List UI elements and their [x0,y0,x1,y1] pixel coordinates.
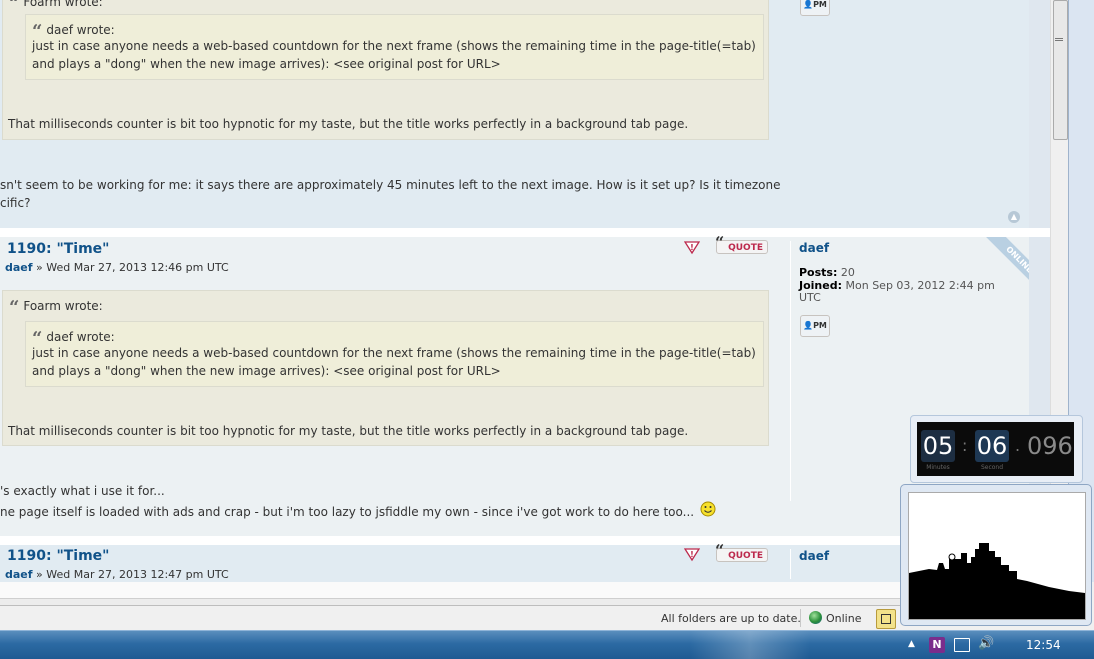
post-meta: daef » Wed Mar 27, 2013 12:46 pm UTC [5,261,229,274]
report-icon[interactable]: ! [684,546,700,562]
quote-icon: “ [715,233,725,252]
post-author[interactable]: daef [5,568,33,581]
comic-silhouette-image [909,493,1085,619]
inner-quote: “daef wrote: just in case anyone needs a… [25,321,764,387]
seconds-label: Second [980,464,1004,471]
post-author[interactable]: daef [5,261,33,274]
countdown-gadget: 05 : 06 . 096 Minutes Second [910,415,1083,483]
reading-view-button[interactable] [876,609,896,629]
post-title[interactable]: 1190: "Time" [7,548,109,564]
quote-button[interactable]: “QUOTE [715,235,768,254]
countdown-seconds: 06 [975,430,1009,462]
inner-quote-text: just in case anyone needs a web-based co… [32,346,756,378]
taskbar-clock[interactable]: 12:54 [1026,638,1061,652]
post-date: » Wed Mar 27, 2013 12:46 pm UTC [36,261,229,274]
post-date: » Wed Mar 27, 2013 12:47 pm UTC [36,568,229,581]
post-3: 1190: "Time" daef » Wed Mar 27, 2013 12:… [0,543,1029,582]
taskbar: ▲ N 🔊 12:54 [0,630,1094,659]
onenote-icon[interactable]: N [929,637,945,653]
minutes-label: Minutes [926,464,950,471]
post-body-line: sn't seem to be working for me: it says … [0,178,781,192]
grip-icon [1055,38,1063,41]
comic-image [908,492,1086,620]
quote-mark-icon: “ [9,297,20,318]
volume-icon[interactable]: 🔊 [978,636,994,651]
pm-button[interactable]: 👤PM [800,315,830,337]
sync-status-text: All folders are up to date. [661,612,801,625]
post-1: “Foarm wrote: “daef wrote: just in case … [0,0,1029,228]
outer-quote-text: That milliseconds counter is bit too hyp… [8,424,689,438]
post-separator [0,228,1050,237]
globe-icon [809,611,822,624]
pm-icon: 👤 [803,0,814,9]
online-badge: ONLINE [971,237,1029,295]
post-title[interactable]: 1190: "Time" [7,241,109,257]
pm-button[interactable]: 👤PM [800,0,830,16]
back-to-top-icon[interactable]: ▲ [1008,211,1020,223]
svg-text:!: ! [690,550,694,559]
outer-quote: “Foarm wrote: “daef wrote: just in case … [2,290,769,446]
comic-thumbnail-preview[interactable] [900,484,1092,626]
scrollbar-thumb[interactable] [1053,0,1068,140]
connection-status: Online [826,612,862,625]
show-hidden-icons-icon[interactable]: ▲ [908,639,915,649]
post-body-line: ne page itself is loaded with ads and cr… [0,501,716,521]
post-body-line: cific? [0,196,31,210]
pm-icon: 👤 [803,321,814,330]
post-body-line: 's exactly what i use it for... [0,484,165,498]
quote-mark-icon: “ [9,0,20,14]
outer-quote-text: That milliseconds counter is bit too hyp… [8,117,689,131]
outer-quote-cite: “Foarm wrote: [9,297,103,318]
network-icon[interactable] [954,638,970,652]
quote-button[interactable]: “QUOTE [715,543,768,562]
inner-quote: “daef wrote: just in case anyone needs a… [25,14,764,80]
post-separator [0,536,1050,545]
quote-icon: “ [715,541,725,560]
outer-quote-cite: “Foarm wrote: [9,0,103,14]
post-2: 1190: "Time" daef » Wed Mar 27, 2013 12:… [0,235,1029,536]
smiley-icon [700,501,716,517]
countdown-minutes: 05 [921,430,955,462]
inner-quote-text: just in case anyone needs a web-based co… [32,39,756,71]
svg-text:!: ! [690,243,694,252]
outer-quote: “Foarm wrote: “daef wrote: just in case … [2,0,769,140]
report-icon[interactable]: ! [684,239,700,255]
forum-thread: “Foarm wrote: “daef wrote: just in case … [0,0,1050,582]
countdown-milliseconds: 096 [1027,432,1073,460]
post-meta: daef » Wed Mar 27, 2013 12:47 pm UTC [5,568,229,581]
